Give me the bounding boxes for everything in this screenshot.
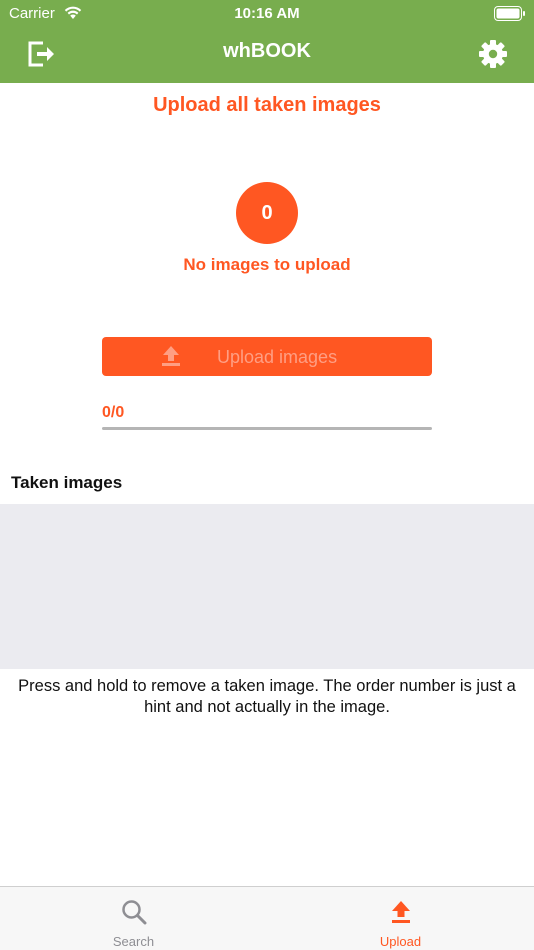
- taken-images-heading: Taken images: [11, 473, 123, 492]
- search-icon: [121, 899, 147, 925]
- upload-icon: [388, 899, 414, 925]
- remove-image-hint: Press and hold to remove a taken image. …: [18, 677, 516, 716]
- page-title: Upload all taken images: [153, 94, 381, 116]
- app-header: Carrier 10:16 AM whBOOK: [0, 0, 534, 83]
- tab-bar: Search Upload: [0, 886, 534, 950]
- tab-search-label: Search: [112, 934, 155, 949]
- app-title: whBOOK: [223, 40, 311, 62]
- status-time: 10:16 AM: [234, 5, 300, 22]
- taken-images-grid[interactable]: [0, 504, 534, 669]
- upload-images-button[interactable]: Upload images: [102, 337, 432, 376]
- upload-icon: [161, 345, 181, 367]
- image-count-caption: No images to upload: [183, 255, 351, 274]
- settings-button[interactable]: [478, 39, 508, 69]
- gear-icon: [479, 40, 507, 68]
- upload-progress-text: 0/0: [102, 404, 125, 421]
- battery-icon: [494, 6, 526, 21]
- tab-upload-label: Upload: [379, 934, 422, 949]
- upload-progress-bar: [102, 427, 432, 430]
- status-bar: Carrier 10:16 AM: [0, 0, 534, 28]
- tab-search[interactable]: Search: [0, 887, 267, 950]
- image-count-badge: 0: [236, 182, 298, 244]
- upload-images-label: Upload images: [217, 347, 338, 367]
- tab-upload[interactable]: Upload: [267, 887, 534, 950]
- upload-screen: Carrier 10:16 AM whBOOK Upload all taken…: [0, 0, 534, 950]
